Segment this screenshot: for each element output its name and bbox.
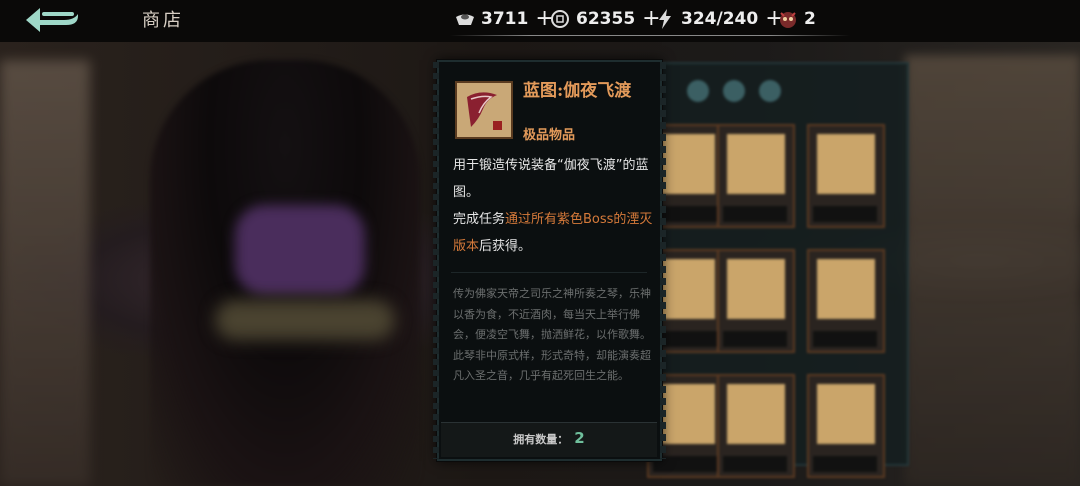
- shop-tabs: [687, 80, 781, 102]
- tooltip-divider: [451, 272, 647, 273]
- owned-count-bar: 拥有数量： 2: [441, 422, 657, 457]
- item-rarity: 极品物品: [523, 128, 576, 143]
- shop-tab[interactable]: [687, 80, 709, 102]
- item-tooltip: 蓝图:伽夜飞渡 极品物品 用于锻造传说装备“伽夜飞渡”的蓝图。 完成任务通过所有…: [433, 60, 666, 461]
- top-bar: 商店 3711 + 62355 + 324/240 + 2: [0, 0, 1080, 42]
- item-lore: 传为佛家天帝之司乐之神所奏之琴，乐神以香为食，不近酒肉，每当天上举行佛会，便凌空…: [453, 287, 651, 382]
- character-robe: [235, 205, 365, 295]
- shop-tab[interactable]: [759, 80, 781, 102]
- token-value: 2: [804, 9, 816, 29]
- shop-panel: [647, 62, 909, 478]
- item-description: 用于锻造传说装备“伽夜飞渡”的蓝图。 完成任务通过所有紫色Boss的湮灭版本后获…: [453, 152, 653, 260]
- resource-ingot: 3711 +: [455, 8, 554, 30]
- resource-coin: 62355 +: [550, 8, 661, 30]
- page-title: 商店: [142, 10, 184, 31]
- shop-item[interactable]: [717, 249, 795, 353]
- character-belt: [215, 300, 395, 340]
- shop-item[interactable]: [807, 249, 885, 353]
- energy-value: 324/240: [681, 9, 759, 29]
- resource-energy: 324/240 +: [655, 8, 784, 30]
- demon-mask-icon: [778, 9, 798, 29]
- owned-count: 2: [574, 429, 585, 447]
- description-prefix: 完成任务: [453, 212, 506, 227]
- background-right: [905, 55, 1080, 486]
- back-button[interactable]: [22, 4, 86, 38]
- lore-fade: [441, 392, 657, 422]
- description-line: 用于锻造传说装备“伽夜飞渡”的蓝图。: [453, 158, 649, 200]
- background-wall: [0, 60, 90, 486]
- shop-item[interactable]: [717, 124, 795, 228]
- description-suffix: 后获得。: [479, 239, 532, 254]
- ingot-value: 3711: [481, 9, 529, 29]
- coin-icon: [550, 9, 570, 29]
- tooltip-border-right: [660, 62, 666, 459]
- resource-token: 2: [778, 9, 816, 29]
- shop-item[interactable]: [807, 374, 885, 478]
- ingot-icon: [455, 9, 475, 29]
- shop-item[interactable]: [717, 374, 795, 478]
- shop-tab[interactable]: [723, 80, 745, 102]
- item-thumbnail: [455, 81, 513, 139]
- item-name: 蓝图:伽夜飞渡: [523, 81, 632, 101]
- lightning-icon: [655, 9, 675, 29]
- owned-label: 拥有数量：: [513, 433, 569, 446]
- blueprint-icon: [467, 92, 502, 130]
- header-divider: [450, 35, 850, 36]
- coin-value: 62355: [576, 9, 636, 29]
- shop-item[interactable]: [807, 124, 885, 228]
- back-arrow-icon: [26, 8, 78, 32]
- tooltip-border-left: [433, 62, 439, 459]
